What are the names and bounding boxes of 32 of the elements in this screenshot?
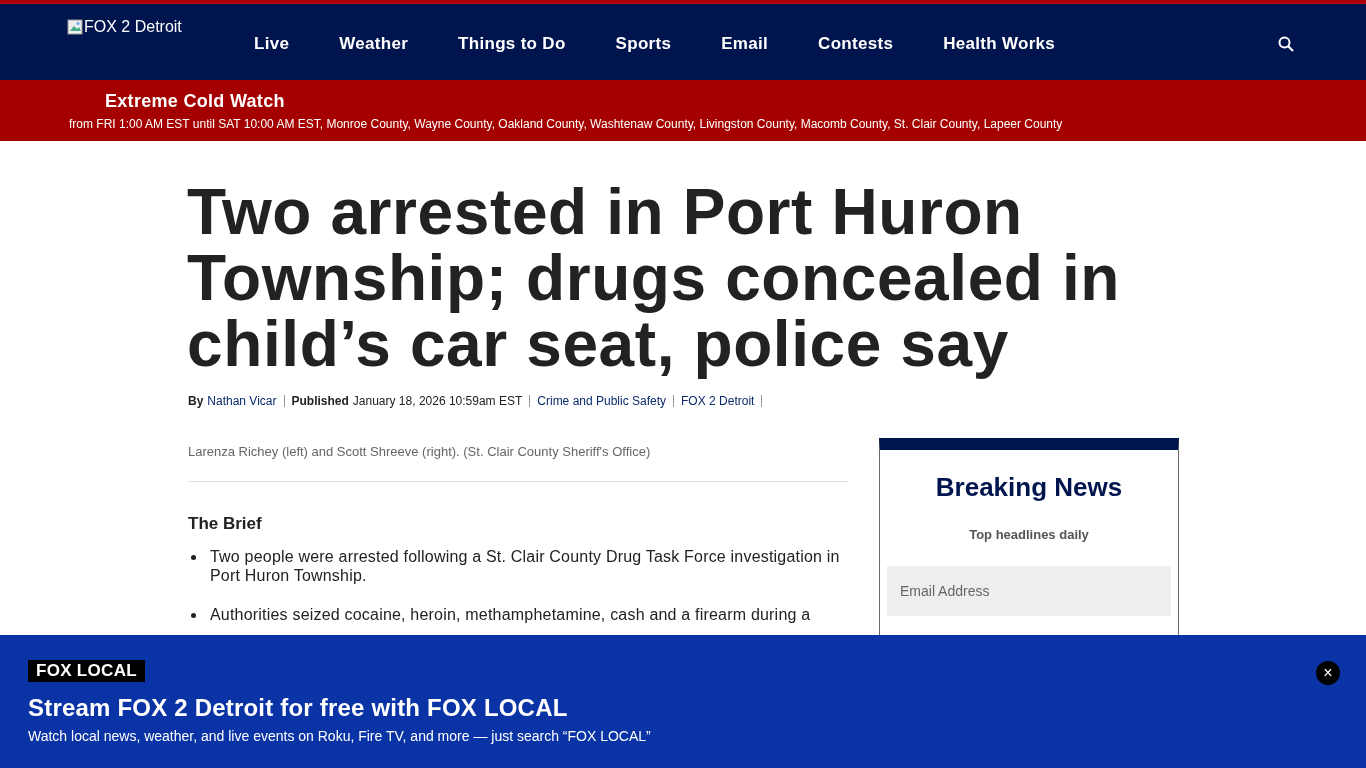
nav-link[interactable]: Live bbox=[229, 34, 315, 54]
banner-title: Stream FOX 2 Detroit for free with FOX LOCAL bbox=[28, 694, 569, 722]
banner-text: Watch local news, weather, and live events on Roku, Fire TV, and more — just search “FOX LOCAL” bbox=[28, 728, 652, 744]
image-caption: Larenza Richey (left) and Scott Shreeve (right). (St. Clair County Sheriff's Office) bbox=[188, 432, 848, 482]
alert-title[interactable]: Extreme Cold Watch bbox=[105, 91, 1366, 112]
bullet-item: Two people were arrested following a St. Clair County Drug Task Force investigation in Port Huron Township. bbox=[210, 547, 841, 585]
bullet-item: Authorities seized cocaine, heroin, methamphetamine, cash and a firearm during a bbox=[210, 605, 811, 624]
publish-date: January 18, 2026 10:59am EST bbox=[352, 395, 523, 407]
headline: Two arrested in Port Huron Township; drugs concealed in child’s car seat, police say bbox=[187, 179, 1122, 377]
newsletter-subtitle: Top headlines daily bbox=[968, 527, 1090, 542]
newsletter-title: Breaking News bbox=[934, 472, 1124, 503]
brand-badge: FOX LOCAL bbox=[28, 660, 145, 682]
bullet-icon bbox=[191, 613, 196, 618]
nav-link[interactable]: Things to Do bbox=[433, 34, 591, 54]
author-link[interactable]: Nathan Vicar bbox=[207, 395, 277, 407]
category-link[interactable]: FOX 2 Detroit bbox=[681, 395, 755, 407]
published-label: Published bbox=[291, 395, 349, 407]
close-button[interactable]: × bbox=[1316, 661, 1340, 685]
nav-link[interactable]: Health Works bbox=[918, 34, 1081, 54]
bullet-icon bbox=[191, 555, 196, 560]
alert-details: from FRI 1:00 AM EST until SAT 10:00 AM EST, Monroe County, Wayne County, Oakland County, Washtenaw County, Livingston County, Macomb County, St. Clair County, Lapeer County bbox=[69, 117, 1064, 131]
nav-link[interactable]: Sports bbox=[590, 34, 697, 54]
logo[interactable]: FOX 2 Detroit bbox=[67, 18, 227, 36]
nav-link[interactable]: Weather bbox=[314, 34, 434, 54]
search-icon[interactable] bbox=[1278, 36, 1294, 52]
nav-link[interactable]: Contests bbox=[793, 34, 919, 54]
email-field[interactable]: Email Address bbox=[887, 566, 1171, 616]
category-link[interactable]: Crime and Public Safety bbox=[537, 395, 667, 407]
byline-label: By bbox=[188, 395, 204, 407]
broken-image-icon bbox=[67, 19, 83, 35]
section-heading: The Brief bbox=[188, 514, 263, 534]
nav-link[interactable]: Email bbox=[696, 34, 794, 54]
